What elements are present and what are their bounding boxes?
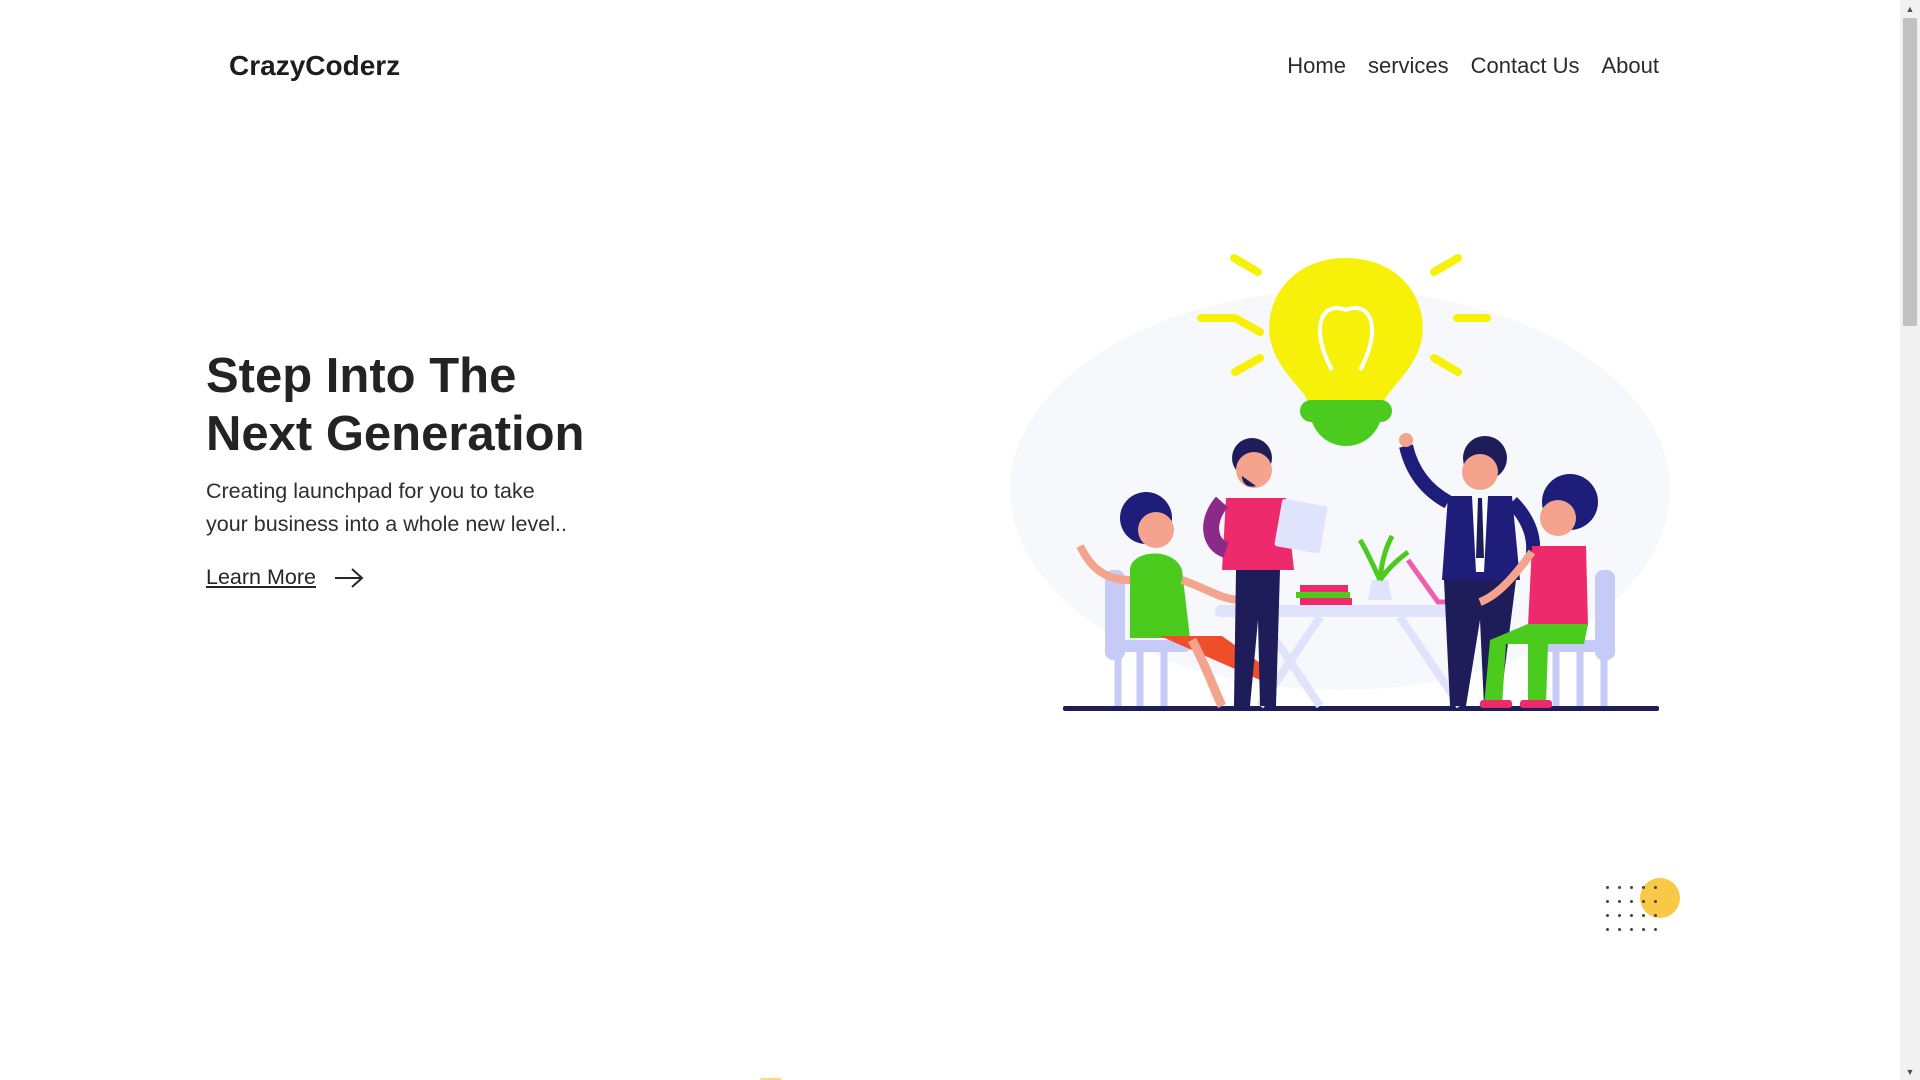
nav-home-link[interactable]: Home <box>1287 53 1346 79</box>
team-idea-illustration <box>960 240 1680 720</box>
hero-title-line1: Step Into The <box>206 349 517 403</box>
nav-services-link[interactable]: services <box>1368 53 1449 79</box>
illustration-svg <box>1010 254 1670 711</box>
page: CrazyCoderz Home services Contact Us Abo… <box>0 0 1900 1080</box>
learn-more-link[interactable]: Learn More <box>206 565 364 590</box>
scroll-up-arrow-icon[interactable]: ▲ <box>1900 0 1920 17</box>
hero-subtitle: Creating launchpad for you to take your … <box>206 475 626 541</box>
dot-grid-decoration <box>1606 886 1666 942</box>
nav-about-link[interactable]: About <box>1602 53 1660 79</box>
scroll-down-arrow-icon[interactable]: ▼ <box>1900 1063 1920 1080</box>
hero-title-line2: Next Generation <box>206 407 585 461</box>
hero-subtitle-line1: Creating launchpad for you to take <box>206 479 535 503</box>
arrow-right-icon <box>334 567 364 589</box>
vertical-scrollbar[interactable]: ▲ ▼ <box>1900 0 1920 1080</box>
nav-contact-link[interactable]: Contact Us <box>1471 53 1580 79</box>
main-nav: Home services Contact Us About <box>1287 53 1659 79</box>
hero-subtitle-line2: your business into a whole new level.. <box>206 512 567 536</box>
learn-more-label: Learn More <box>206 565 316 589</box>
hero-title: Step Into The Next Generation <box>206 347 666 463</box>
scrollbar-thumb[interactable] <box>1903 18 1917 326</box>
brand-logo[interactable]: CrazyCoderz <box>229 50 400 82</box>
